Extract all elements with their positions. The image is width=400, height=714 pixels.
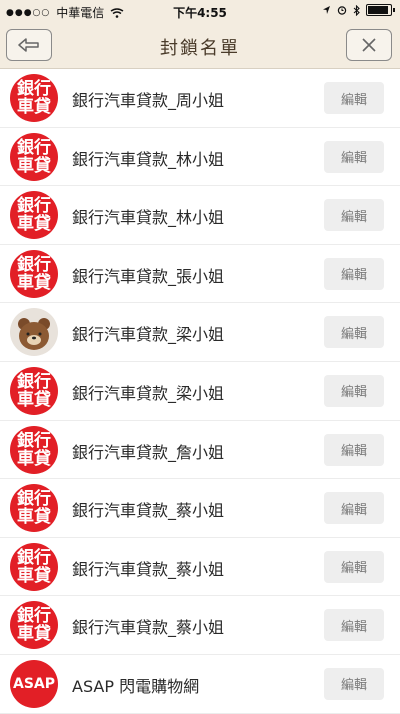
edit-button[interactable]: 編輯 [324,667,384,700]
avatar-text-line1: 銀行 [17,547,51,568]
edit-button[interactable]: 編輯 [324,257,384,290]
avatar: 銀行 車貸 [10,132,58,181]
bear-avatar-icon [18,318,50,351]
status-bar: ●●●○○ 中華電信 下午4:55 [0,0,400,22]
edit-button[interactable]: 編輯 [324,609,384,642]
avatar: 銀行 車貸 [10,249,58,298]
avatar: 銀行 車貸 [10,74,58,122]
nav-bar: 封鎖名單 [0,22,400,69]
avatar: 銀行 車貸 [10,601,58,650]
bluetooth-icon [353,4,360,16]
avatar-text-line2: 車貸 [17,155,51,176]
list-item[interactable]: 銀行 車貸 銀行汽車貸款_蔡小姐 編輯 [0,479,400,538]
avatar-text-line2: 車貸 [17,272,51,293]
edit-button[interactable]: 編輯 [324,82,384,114]
blocked-list: 銀行 車貸 銀行汽車貸款_周小姐 編輯 銀行 車貸 銀行汽車貸款_林小姐 編輯 銀行 車貸 銀行汽車… [0,69,400,714]
list-item[interactable]: 銀行汽車貸款_梁小姐 編輯 [0,303,400,362]
avatar: 銀行 車貸 [10,425,58,474]
avatar-text-line1: 銀行 [17,254,51,275]
page-title: 封鎖名單 [160,38,240,59]
contact-name: 銀行汽車貸款_詹小姐 [72,442,225,462]
location-icon [323,6,330,14]
list-item[interactable]: 銀行 車貸 銀行汽車貸款_張小姐 編輯 [0,245,400,304]
list-item[interactable]: 銀行 車貸 銀行汽車貸款_蔡小姐 編輯 [0,596,400,655]
close-icon [362,38,376,52]
edit-button[interactable]: 編輯 [324,199,384,232]
avatar [10,308,58,357]
list-item[interactable]: 銀行 車貸 銀行汽車貸款_蔡小姐 編輯 [0,538,400,597]
list-item[interactable]: 銀行 車貸 銀行汽車貸款_周小姐 編輯 [0,69,400,128]
avatar: ASAP [10,659,58,708]
avatar-text-line2: 車貸 [17,214,51,235]
contact-name: 銀行汽車貸款_林小姐 [72,208,225,228]
status-right [322,4,395,16]
contact-name: 銀行汽車貸款_梁小姐 [72,325,225,345]
edit-button[interactable]: 編輯 [324,140,384,173]
avatar-text-line1: 銀行 [17,79,51,99]
contact-name: 銀行汽車貸款_梁小姐 [72,383,225,403]
contact-name: 銀行汽車貸款_林小姐 [72,149,225,169]
contact-name: 銀行汽車貸款_張小姐 [72,266,225,286]
list-item[interactable]: ASAP ASAP 閃電購物網 編輯 [0,655,400,714]
contact-name: 銀行汽車貸款_周小姐 [72,91,225,110]
avatar-text-line2: 車貸 [17,97,51,117]
avatar-text-line2: 車貸 [17,448,51,469]
close-button[interactable] [346,29,392,61]
edit-button[interactable]: 編輯 [324,316,384,349]
contact-name: 銀行汽車貸款_蔡小姐 [72,618,225,638]
list-item[interactable]: 銀行 車貸 銀行汽車貸款_詹小姐 編輯 [0,421,400,480]
avatar-text-line2: 車貸 [17,507,51,528]
battery-icon [366,4,395,16]
avatar-text-line2: 車貸 [17,389,51,410]
avatar-text-line1: ASAP [12,675,55,692]
edit-button[interactable]: 編輯 [324,433,384,466]
avatar-text-line1: 銀行 [17,371,51,392]
avatar-text-line2: 車貸 [17,565,51,586]
avatar-text-line1: 銀行 [17,430,51,451]
list-item[interactable]: 銀行 車貸 銀行汽車貸款_梁小姐 編輯 [0,362,400,421]
list-item[interactable]: 銀行 車貸 銀行汽車貸款_林小姐 編輯 [0,186,400,245]
avatar-text-line2: 車貸 [17,624,51,645]
avatar-text-line1: 銀行 [17,137,51,158]
contact-name: 銀行汽車貸款_蔡小姐 [72,501,225,521]
avatar: 銀行 車貸 [10,191,58,240]
avatar: 銀行 車貸 [10,366,58,415]
avatar: 銀行 車貸 [10,484,58,533]
edit-button[interactable]: 編輯 [324,374,384,407]
avatar-text-line1: 銀行 [17,606,51,627]
edit-button[interactable]: 編輯 [324,492,384,525]
avatar: 銀行 車貸 [10,542,58,591]
list-item[interactable]: 銀行 車貸 銀行汽車貸款_林小姐 編輯 [0,128,400,187]
alarm-icon [337,6,347,15]
contact-name: ASAP 閃電購物網 [72,676,200,696]
avatar-text-line1: 銀行 [17,196,51,217]
edit-button[interactable]: 編輯 [324,550,384,583]
contact-name: 銀行汽車貸款_蔡小姐 [72,559,225,579]
avatar-text-line1: 銀行 [17,489,51,510]
